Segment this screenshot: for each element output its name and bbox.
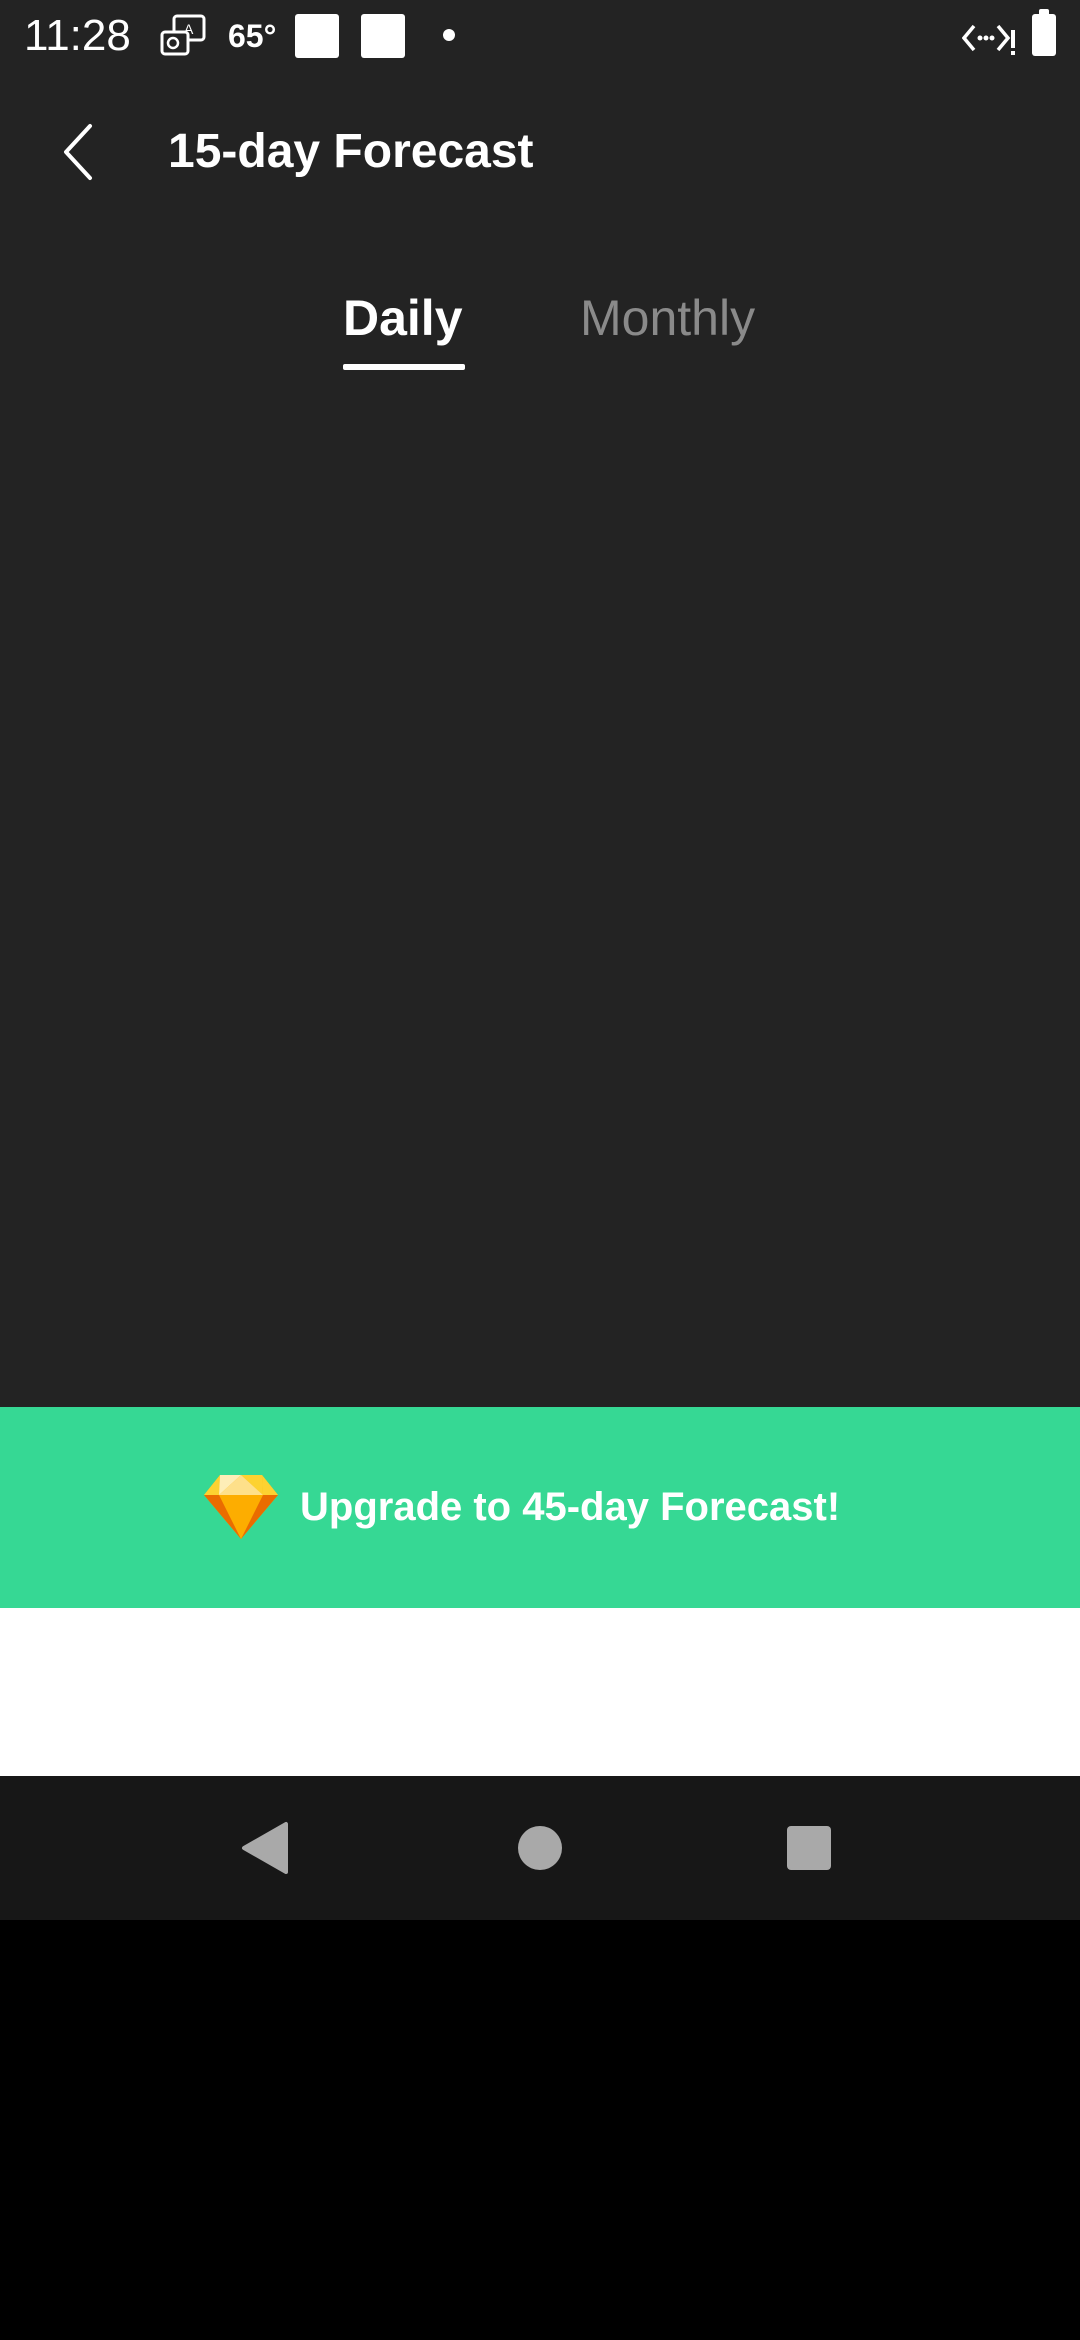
ad-area (0, 1608, 1080, 1776)
status-temperature: 65° (228, 18, 277, 54)
translate-icon: A (160, 14, 206, 56)
tab-daily[interactable]: Daily (343, 286, 463, 350)
status-bar: 11:28 A 65° (0, 0, 1080, 72)
battery-icon (1032, 9, 1056, 56)
upgrade-banner[interactable]: Upgrade to 45-day Forecast! (0, 1407, 1080, 1608)
system-nav-bar (0, 1776, 1080, 1920)
upgrade-label: Upgrade to 45-day Forecast! (300, 1485, 841, 1529)
dot-icon (443, 29, 455, 41)
recents-square-icon[interactable] (787, 1826, 831, 1870)
tab-monthly[interactable]: Monthly (580, 286, 755, 350)
back-button[interactable] (44, 116, 116, 188)
chevron-left-icon (64, 124, 92, 180)
tab-selected-indicator (343, 364, 465, 370)
home-circle-icon[interactable] (518, 1826, 562, 1870)
back-triangle-icon[interactable] (240, 1820, 290, 1876)
notification-square-icon (361, 14, 405, 58)
gem-icon (204, 1475, 278, 1539)
data-saver-icon (962, 24, 1015, 55)
notification-square-icon (295, 14, 339, 58)
app-screen: 11:28 A 65° 15-day Forecast Daily Monthl (0, 0, 1080, 1920)
status-time: 11:28 (24, 11, 131, 60)
page-title: 15-day Forecast (168, 125, 534, 178)
